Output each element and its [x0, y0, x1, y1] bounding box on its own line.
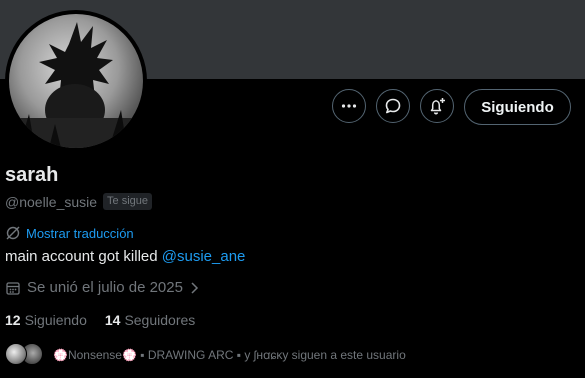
bell-plus-icon: [430, 98, 445, 115]
following-label: Siguiendo: [24, 312, 87, 328]
followers-count: 14: [104, 312, 121, 328]
followers-label: Seguidores: [124, 312, 196, 328]
bio-mention-link[interactable]: @susie_ane: [162, 248, 246, 265]
followed-by-text: 💮Nonsense💮 ▪ DRAWING ARC ▪ y ʃʜꭤɕĸy sigu…: [53, 347, 406, 362]
translate-link[interactable]: Mostrar traducción: [26, 226, 134, 241]
bio-text: main account got killed: [5, 248, 162, 265]
avatar-silhouette: [9, 22, 143, 148]
handle-row: @noelle_susie Te sigue: [5, 193, 153, 210]
joined-date[interactable]: Se unió el julio de 2025: [5, 279, 199, 296]
notifications-button[interactable]: [420, 89, 454, 123]
following-count: 12: [5, 312, 21, 328]
message-button[interactable]: [376, 89, 410, 123]
profile-bio: main account got killed @susie_ane: [5, 248, 245, 265]
joined-text: Se unió el julio de 2025: [27, 279, 183, 296]
following-button[interactable]: Siguiendo: [464, 89, 571, 125]
mutual-avatars: [5, 343, 47, 365]
profile-handle: @noelle_susie: [5, 193, 98, 210]
follows-you-badge: Te sigue: [103, 193, 153, 210]
following-stat[interactable]: 12 Siguiendo: [5, 312, 87, 328]
avatar-image: [9, 14, 143, 148]
profile-name: sarah: [5, 164, 59, 186]
chevron-right-icon: [191, 281, 199, 294]
profile-avatar[interactable]: [5, 10, 147, 152]
translate-bio[interactable]: Mostrar traducción: [5, 225, 134, 241]
follow-stats: 12 Siguiendo 14 Seguidores: [5, 312, 195, 328]
mutual-avatar: [5, 343, 27, 365]
calendar-icon: [6, 281, 20, 295]
followers-you-know[interactable]: 💮Nonsense💮 ▪ DRAWING ARC ▪ y ʃʜꭤɕĸy sigu…: [5, 343, 406, 365]
more-button[interactable]: [332, 89, 366, 123]
message-bubble-icon: [385, 98, 401, 114]
translate-icon: [6, 226, 20, 240]
followers-stat[interactable]: 14 Seguidores: [105, 312, 195, 328]
more-horizontal-icon: [341, 104, 357, 108]
